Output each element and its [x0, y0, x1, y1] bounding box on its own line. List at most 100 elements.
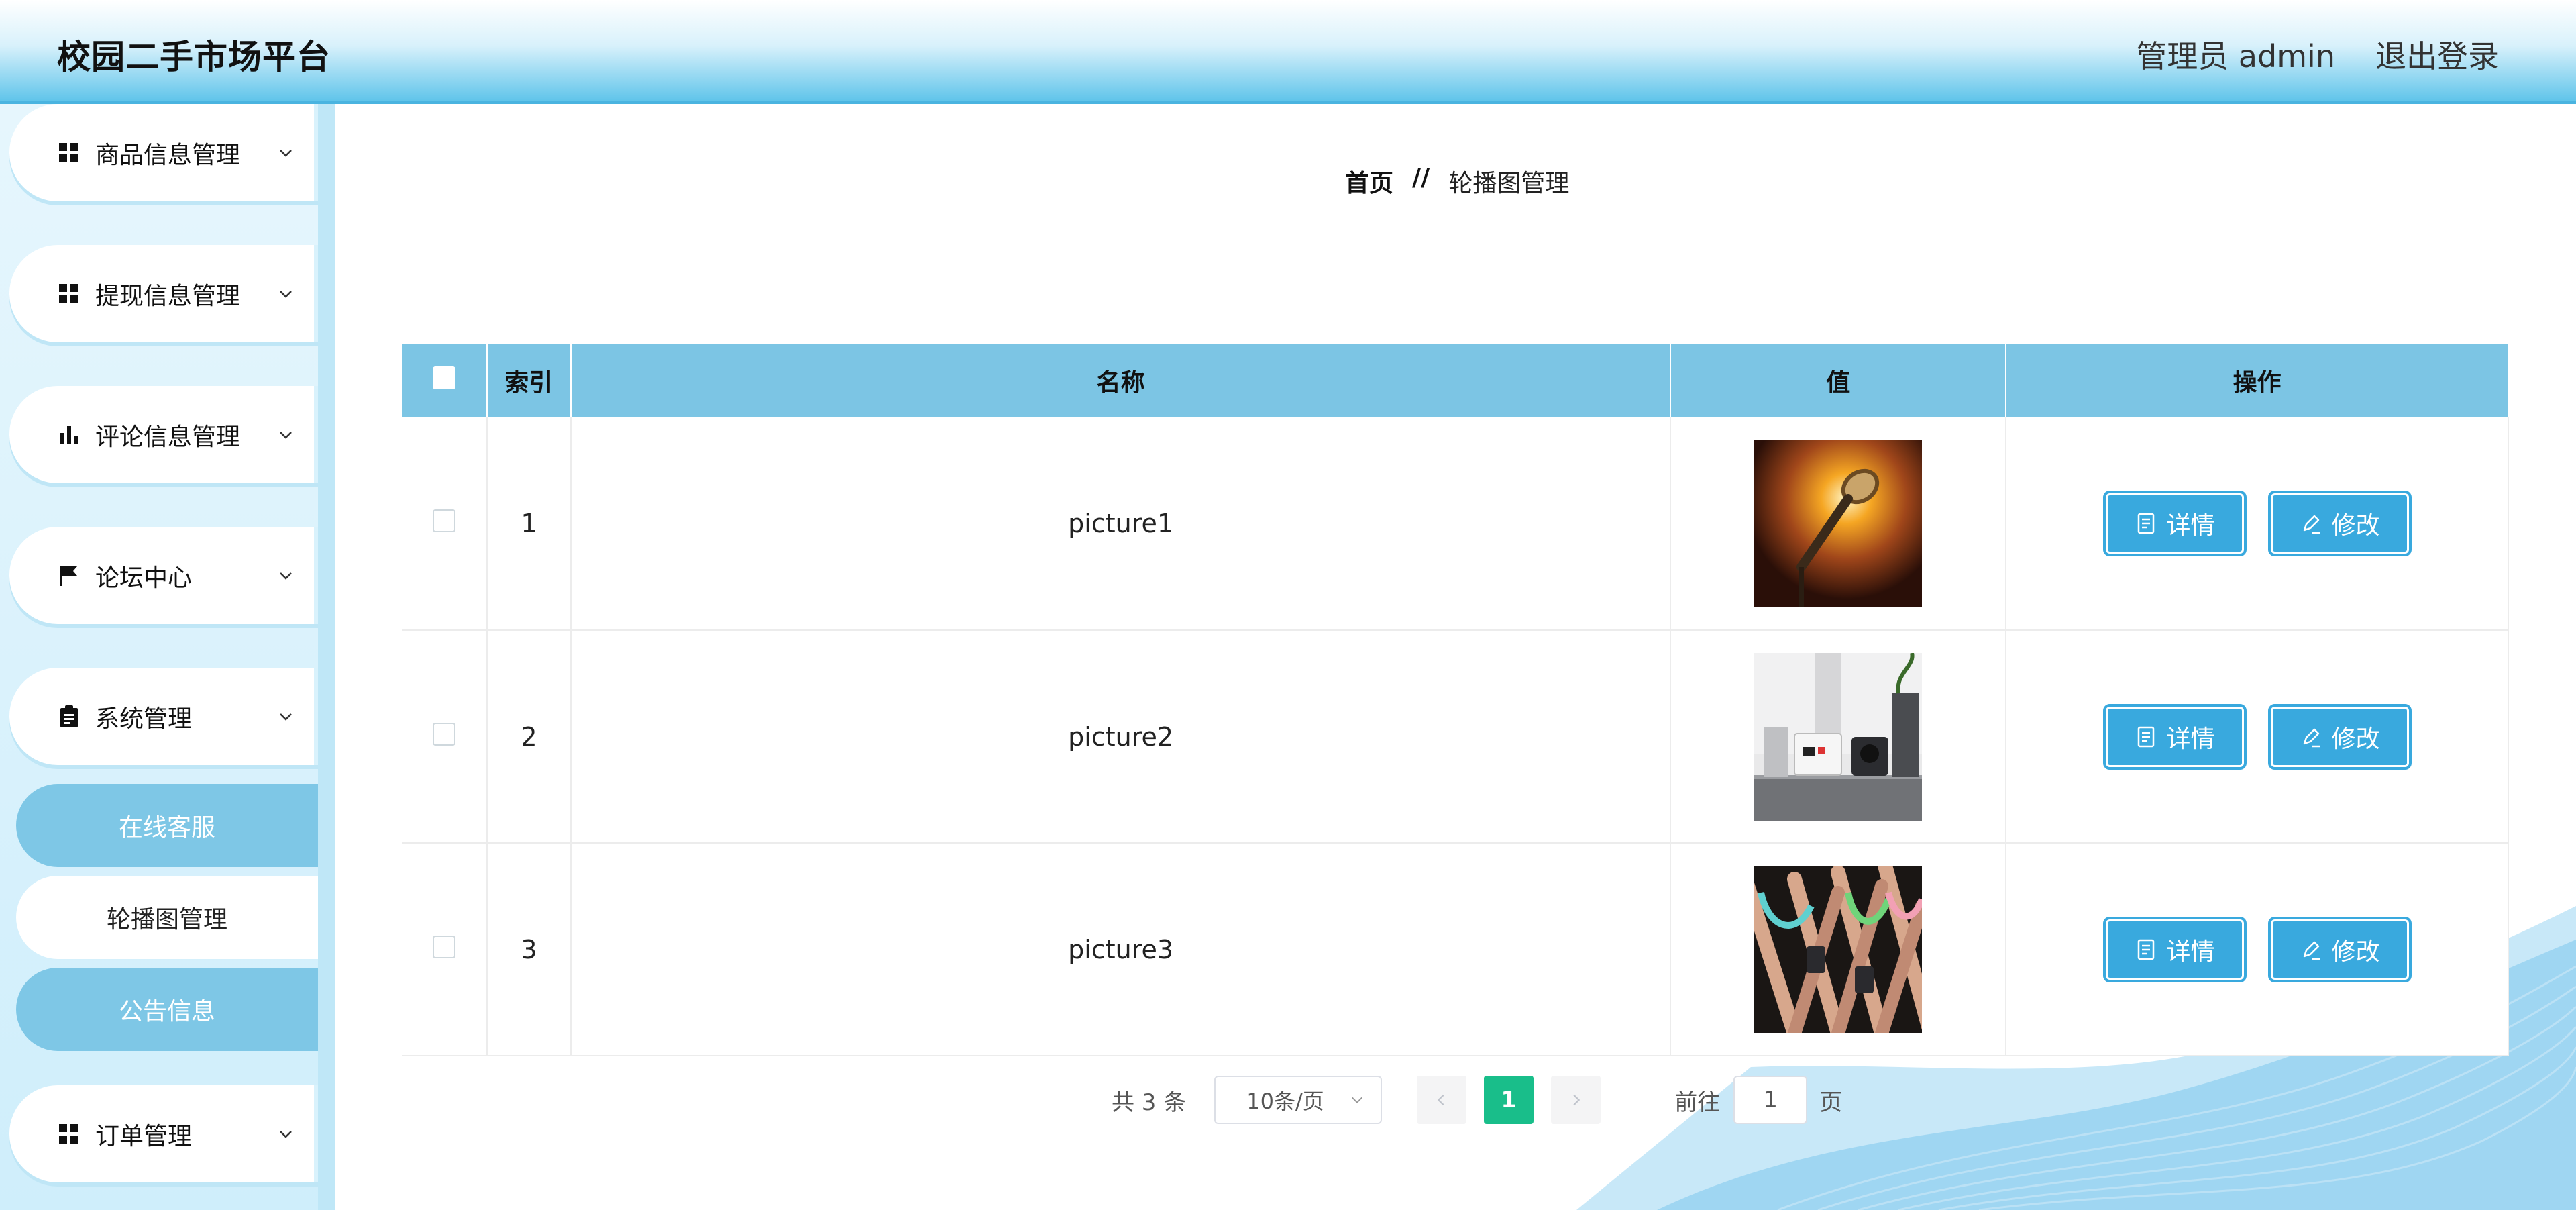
detail-button[interactable]: 详情: [2102, 491, 2247, 556]
sidebar-item-label: 商品信息管理: [95, 141, 241, 169]
breadcrumb-separator: //: [1412, 164, 1430, 191]
sidebar-item-forum[interactable]: 论坛中心: [9, 527, 318, 624]
row-name: picture1: [570, 417, 1672, 631]
document-icon: [2137, 939, 2154, 960]
chevron-down-icon: [1352, 1097, 1363, 1103]
header-value: 值: [1670, 344, 2007, 417]
chevron-down-icon: [272, 421, 299, 448]
sidebar-item-label: 论坛中心: [95, 564, 193, 592]
sidebar-item-label: 提现信息管理: [95, 282, 241, 310]
table-row: 2 picture2 详情 修改: [402, 630, 2509, 844]
sidebar-item-goods[interactable]: 商品信息管理: [9, 104, 318, 201]
header-actions: 操作: [2006, 344, 2509, 417]
page-number-current[interactable]: 1: [1484, 1076, 1534, 1124]
sidebar: 商品信息管理 提现信息管理 评论信息管理 论坛中心 系统管理 在线客服 轮播图管…: [0, 104, 335, 1210]
row-actions: 详情 修改: [2006, 417, 2509, 631]
table-header-row: 索引 名称 值 操作: [402, 344, 2509, 417]
admin-label: 管理员 admin: [2136, 38, 2335, 74]
row-index: 2: [486, 630, 572, 844]
edit-label: 修改: [2331, 725, 2380, 753]
grid-icon: [56, 140, 82, 166]
row-index: 1: [486, 417, 572, 631]
row-select-cell: [402, 843, 488, 1056]
sidebar-item-system[interactable]: 系统管理: [9, 668, 318, 765]
row-index: 3: [486, 843, 572, 1056]
header-select-all[interactable]: [402, 344, 488, 417]
chevron-down-icon: [272, 703, 299, 730]
site-brand: 校园二手市场平台: [57, 38, 331, 77]
row-select-cell: [402, 417, 488, 631]
bar-chart-icon: [56, 422, 82, 448]
sidebar-rail: [318, 104, 335, 1210]
table-row: 3 picture3 详情 修改: [402, 843, 2509, 1056]
breadcrumb: 首页 // 轮播图管理: [1345, 164, 1569, 199]
pagination-total: 共 3 条: [1112, 1089, 1187, 1116]
row-checkbox[interactable]: [433, 509, 456, 532]
header-user-area: 管理员 admin 退出登录: [2136, 32, 2499, 77]
logout-link[interactable]: 退出登录: [2375, 32, 2499, 77]
chevron-down-icon: [272, 140, 299, 166]
page-size-value: 10条/页: [1246, 1089, 1324, 1114]
header-index: 索引: [486, 344, 572, 417]
row-checkbox[interactable]: [433, 935, 456, 958]
row-name: picture2: [570, 630, 1672, 844]
detail-button[interactable]: 详情: [2102, 916, 2247, 982]
edit-pen-icon: [2303, 728, 2320, 747]
abstract-phones-thumbnail: [1754, 865, 1923, 1033]
document-icon: [2137, 513, 2154, 534]
header-name: 名称: [570, 344, 1672, 417]
detail-label: 详情: [2166, 938, 2215, 966]
sidebar-item-label: 订单管理: [95, 1122, 193, 1150]
edit-pen-icon: [2303, 515, 2320, 534]
breadcrumb-current: 轮播图管理: [1448, 170, 1570, 197]
row-value-cell: [1670, 630, 2007, 844]
sidebar-item-orders[interactable]: 订单管理: [9, 1085, 318, 1182]
chevron-left-icon: [1438, 1094, 1444, 1106]
top-header: 校园二手市场平台 管理员 admin 退出登录: [0, 0, 2576, 104]
sidebar-subitem-carousel[interactable]: 轮播图管理: [16, 876, 318, 959]
prev-page-button[interactable]: [1417, 1076, 1467, 1124]
sidebar-subitem-announcements[interactable]: 公告信息: [16, 968, 318, 1051]
breadcrumb-home[interactable]: 首页: [1345, 164, 1393, 199]
goto-label: 前往: [1674, 1089, 1721, 1116]
chevron-down-icon: [272, 562, 299, 589]
edit-button[interactable]: 修改: [2267, 916, 2412, 982]
goto-page-input[interactable]: [1733, 1076, 1808, 1124]
edit-button[interactable]: 修改: [2267, 703, 2412, 770]
carousel-table: 索引 名称 值 操作 1 picture1 详情 修改 2 picture2 详…: [402, 344, 2509, 1056]
page-size-select[interactable]: 10条/页: [1214, 1076, 1383, 1124]
sidebar-item-comments[interactable]: 评论信息管理: [9, 386, 318, 483]
chevron-right-icon: [1573, 1094, 1580, 1106]
row-value-cell: [1670, 417, 2007, 631]
desk-devices-thumbnail: [1754, 652, 1923, 821]
row-value-cell: [1670, 843, 2007, 1056]
detail-label: 详情: [2166, 725, 2215, 753]
edit-button[interactable]: 修改: [2267, 491, 2412, 556]
chevron-down-icon: [272, 281, 299, 307]
flag-icon: [56, 563, 82, 589]
detail-button[interactable]: 详情: [2102, 703, 2247, 770]
row-actions: 详情 修改: [2006, 630, 2509, 844]
sidebar-item-label: 评论信息管理: [95, 423, 241, 451]
grid-icon: [56, 281, 82, 307]
sidebar-subitem-customer-service[interactable]: 在线客服: [16, 784, 318, 867]
detail-label: 详情: [2166, 512, 2215, 540]
document-icon: [2137, 726, 2154, 747]
clipboard-icon: [56, 704, 82, 729]
sidebar-item-label: 系统管理: [95, 705, 193, 733]
row-name: picture3: [570, 843, 1672, 1056]
microphone-thumbnail: [1754, 440, 1923, 607]
pagination: 共 3 条 10条/页 1 前往 页: [1112, 1076, 1842, 1124]
row-checkbox[interactable]: [433, 722, 456, 746]
grid-icon: [56, 1121, 82, 1147]
row-actions: 详情 修改: [2006, 843, 2509, 1056]
next-page-button[interactable]: [1551, 1076, 1601, 1124]
sidebar-item-withdraw[interactable]: 提现信息管理: [9, 245, 318, 342]
table-row: 1 picture1 详情 修改: [402, 417, 2509, 631]
edit-pen-icon: [2303, 941, 2320, 960]
row-select-cell: [402, 630, 488, 844]
chevron-down-icon: [272, 1121, 299, 1148]
select-all-checkbox[interactable]: [433, 366, 456, 389]
page-suffix: 页: [1819, 1089, 1843, 1116]
edit-label: 修改: [2331, 938, 2380, 966]
